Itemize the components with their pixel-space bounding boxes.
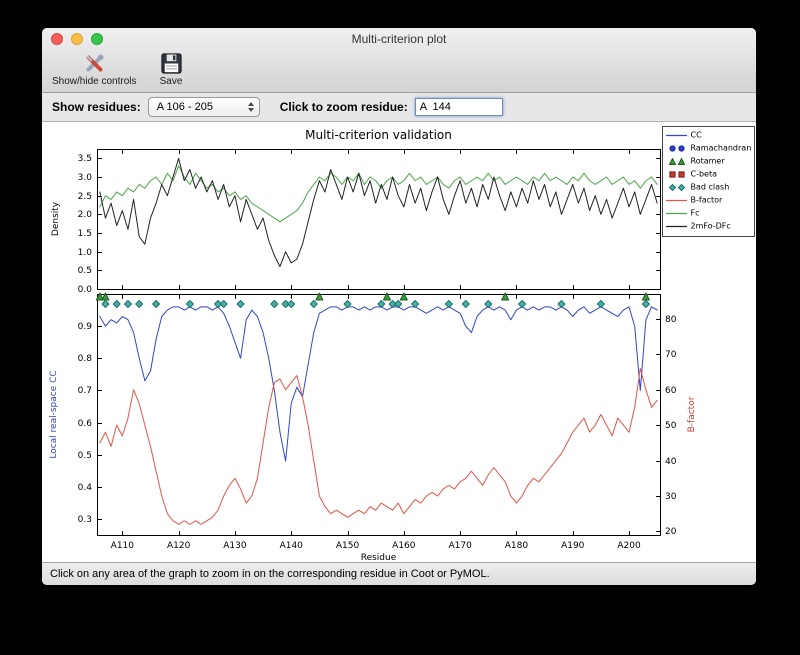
show-residues-label: Show residues: bbox=[52, 100, 141, 114]
window-title: Multi-criterion plot bbox=[351, 32, 447, 46]
titlebar[interactable]: Multi-criterion plot bbox=[42, 28, 756, 50]
app-window: Multi-criterion plot Show/hide controls bbox=[42, 28, 756, 585]
traffic-lights bbox=[51, 33, 111, 45]
residue-range-value: A 106 - 205 bbox=[156, 101, 213, 113]
controls-bar: Show residues: A 106 - 205 Click to zoom… bbox=[42, 93, 756, 122]
save-button[interactable]: Save bbox=[159, 51, 184, 87]
tools-icon bbox=[82, 51, 107, 76]
stepper-arrows-icon bbox=[247, 102, 254, 112]
floppy-save-icon bbox=[159, 51, 184, 76]
toolbar: Show/hide controls Save bbox=[42, 50, 756, 92]
minimize-button[interactable] bbox=[71, 33, 83, 45]
show-hide-controls-button[interactable]: Show/hide controls bbox=[52, 51, 137, 87]
close-button[interactable] bbox=[51, 33, 63, 45]
show-hide-controls-label: Show/hide controls bbox=[52, 76, 137, 87]
status-bar: Click on any area of the graph to zoom i… bbox=[42, 562, 756, 585]
desktop: { "window": { "title": "Multi-criterion … bbox=[0, 0, 800, 655]
status-text: Click on any area of the graph to zoom i… bbox=[50, 568, 490, 580]
window-chrome: Multi-criterion plot Show/hide controls bbox=[42, 28, 756, 93]
residue-range-select[interactable]: A 106 - 205 bbox=[147, 97, 260, 117]
zoom-window-button[interactable] bbox=[91, 33, 103, 45]
zoom-residue-input[interactable] bbox=[414, 98, 503, 116]
multi-criterion-chart[interactable] bbox=[42, 122, 756, 562]
zoom-residue-label: Click to zoom residue: bbox=[279, 100, 408, 114]
save-label: Save bbox=[159, 76, 183, 87]
plot-area bbox=[42, 122, 756, 562]
